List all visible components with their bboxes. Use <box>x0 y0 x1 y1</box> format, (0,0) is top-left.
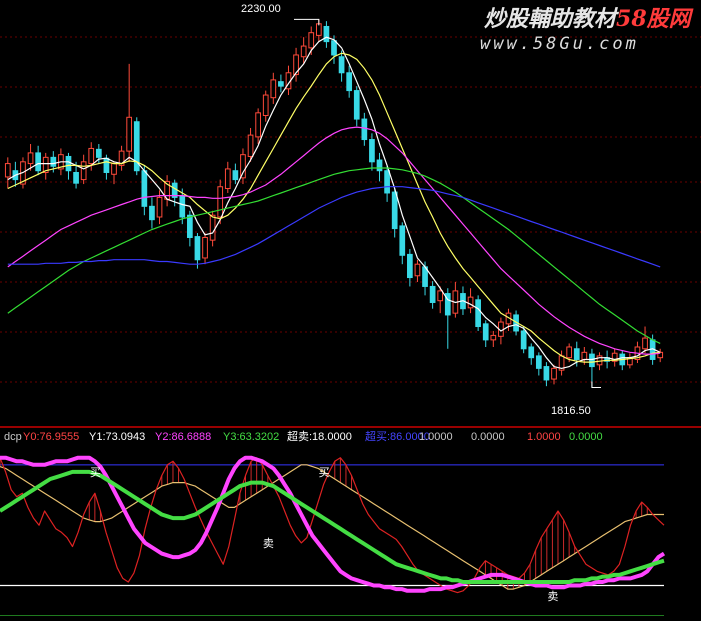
candle-body <box>331 40 337 56</box>
legend-item: 1.0000 <box>527 431 561 443</box>
legend-item: 0.0000 <box>471 431 505 443</box>
signal-marker: 买 <box>90 466 101 479</box>
candle-body <box>95 148 102 158</box>
candle-body <box>566 346 573 359</box>
watermark-title: 炒股輔助教材 <box>484 6 620 32</box>
candle-body <box>209 214 216 241</box>
candle-body <box>179 195 186 218</box>
candle-body <box>573 348 580 360</box>
candle-body <box>642 337 648 350</box>
candle-body <box>278 81 284 87</box>
candle-body <box>240 154 246 179</box>
legend-item: 0.0000 <box>569 431 603 443</box>
candle-body <box>437 290 444 302</box>
candle-body <box>323 25 330 43</box>
candle-body <box>528 346 535 359</box>
candle-body <box>194 236 201 261</box>
legend-item: Y2:86.6888 <box>155 431 211 443</box>
candle-body <box>300 45 307 58</box>
candle-body <box>338 56 345 74</box>
legend-item: 1.0000 <box>419 431 453 443</box>
candle-body <box>520 330 527 350</box>
candle-body <box>399 225 406 256</box>
candle-body <box>35 152 41 172</box>
candle-body <box>80 161 87 181</box>
candle-body <box>482 323 489 341</box>
signal-marker: 买 <box>319 466 330 479</box>
candle-body <box>414 263 421 277</box>
legend-item: Y3:63.3202 <box>223 431 279 443</box>
candle-body <box>217 186 224 218</box>
candle-body <box>475 299 481 328</box>
candle-body <box>315 23 322 36</box>
watermark-url: www.58Gu.com <box>480 34 639 54</box>
candle-body <box>247 134 254 157</box>
candle-body <box>589 353 595 368</box>
legend-item: dcp <box>4 431 22 443</box>
candle-body <box>103 157 110 173</box>
candle-body <box>50 156 57 167</box>
candle-body <box>27 152 34 165</box>
candle-body <box>149 205 155 221</box>
candle-body <box>535 355 542 369</box>
candle-body <box>270 79 277 99</box>
candle-body <box>308 32 315 49</box>
candle-body <box>467 296 474 309</box>
candle-body <box>346 72 353 92</box>
candle-body <box>4 163 11 178</box>
candle-body <box>126 116 133 152</box>
candle-body <box>141 170 148 207</box>
candle-body <box>73 171 79 184</box>
candle-body <box>361 118 368 141</box>
candle-body <box>187 214 193 238</box>
candle-body <box>262 94 269 117</box>
candle-body <box>255 112 261 138</box>
candle-body <box>88 147 95 165</box>
candle-body <box>551 367 557 380</box>
candle-body <box>224 168 231 190</box>
candle-body <box>407 253 413 279</box>
svg-text:炒股輔助教材58股网: 炒股輔助教材58股网 <box>484 6 694 32</box>
watermark-brand: 58股网 <box>616 6 694 32</box>
candle-body <box>581 351 588 360</box>
candle-body <box>369 139 375 163</box>
stock-chart: 买卖 买卖 dcp Y0:76.9555 Y1:73.0943 Y2:86.6888 Y3… <box>0 0 701 621</box>
legend-item: Y1:73.0943 <box>89 431 145 443</box>
candle-body <box>429 285 436 303</box>
candle-body <box>65 155 72 172</box>
legend-item: 超卖:18.0000 <box>287 429 352 443</box>
legend-item: Y0:76.9555 <box>23 431 79 443</box>
candle-body <box>543 366 550 381</box>
low-price-label: 1816.50 <box>551 405 591 417</box>
candle-body <box>353 90 360 120</box>
candle-body <box>156 196 163 218</box>
candle-body <box>376 159 383 172</box>
candle <box>475 295 481 331</box>
candle-body <box>384 170 390 194</box>
high-price-label: 2230.00 <box>241 3 281 15</box>
candle-body <box>111 163 117 175</box>
signal-marker: 卖 <box>263 537 274 550</box>
candle <box>133 117 140 176</box>
signal-marker: 卖 <box>547 590 558 603</box>
candle-body <box>232 170 239 181</box>
candle-body <box>391 191 398 230</box>
candle-body <box>202 236 208 259</box>
candle-body <box>490 334 497 341</box>
